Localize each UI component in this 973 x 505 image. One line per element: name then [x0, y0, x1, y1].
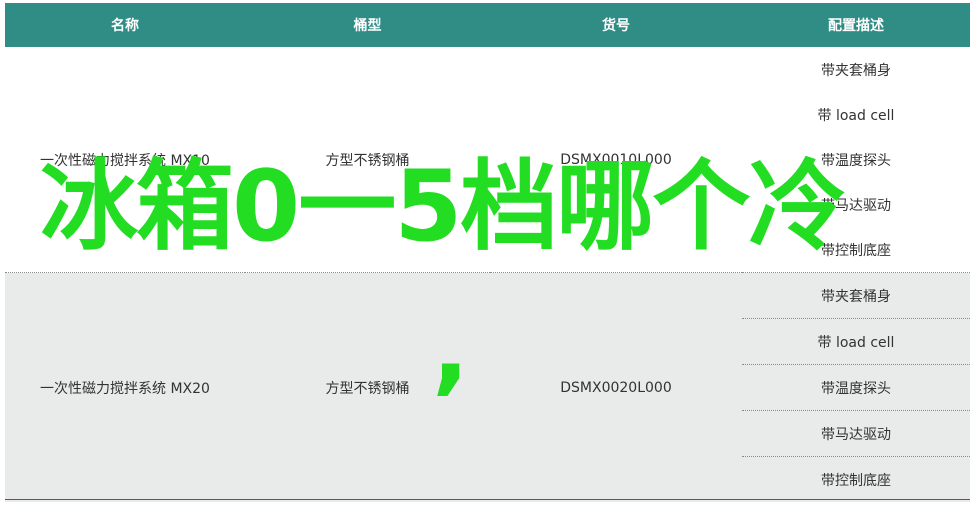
- config-cell: 带夹套桶身: [821, 62, 891, 79]
- product-sku-cell: DSMX0020L000: [490, 272, 742, 502]
- table-row: 一次性磁力搅拌系统 MX20 方型不锈钢桶 DSMX0020L000 带夹套桶身: [5, 272, 970, 502]
- config-cell: 带 load cell: [817, 107, 895, 124]
- header-type: 桶型: [245, 3, 490, 47]
- config-cell: 带马达驱动: [821, 197, 891, 214]
- config-cell: 带 load cell: [742, 318, 970, 365]
- header-config: 配置描述: [742, 3, 970, 47]
- config-cell: 带温度探头: [821, 152, 891, 169]
- config-cell: 带控制底座: [821, 242, 891, 259]
- config-cell: 带夹套桶身: [742, 272, 970, 319]
- product-name-cell: 一次性磁力搅拌系统 MX10: [40, 152, 210, 169]
- config-cell: 带温度探头: [742, 364, 970, 411]
- table-header-row: 名称 桶型 货号 配置描述: [5, 3, 970, 47]
- header-sku: 货号: [490, 3, 742, 47]
- header-name: 名称: [5, 3, 245, 47]
- config-cell: 带马达驱动: [742, 410, 970, 457]
- product-sku-cell: DSMX0010L000: [560, 151, 672, 168]
- table-group: 一次性磁力搅拌系统 MX20 方型不锈钢桶 DSMX0020L000 带夹套桶身…: [5, 272, 970, 502]
- product-name-cell: 一次性磁力搅拌系统 MX20: [5, 272, 245, 502]
- product-type-cell: 方型不锈钢桶: [245, 272, 490, 502]
- config-cell: 带控制底座: [742, 456, 970, 502]
- product-table: 名称 桶型 货号 配置描述 一次性磁力搅拌系统 MX10 方型不锈钢桶 DSMX…: [5, 3, 970, 502]
- table-group: 一次性磁力搅拌系统 MX10 方型不锈钢桶 DSMX0010L000 带夹套桶身…: [5, 47, 970, 273]
- table-row: 一次性磁力搅拌系统 MX10 方型不锈钢桶 DSMX0010L000 带夹套桶身: [5, 47, 970, 169]
- product-type-cell: 方型不锈钢桶: [325, 152, 410, 169]
- table-bottom-border: [5, 499, 970, 500]
